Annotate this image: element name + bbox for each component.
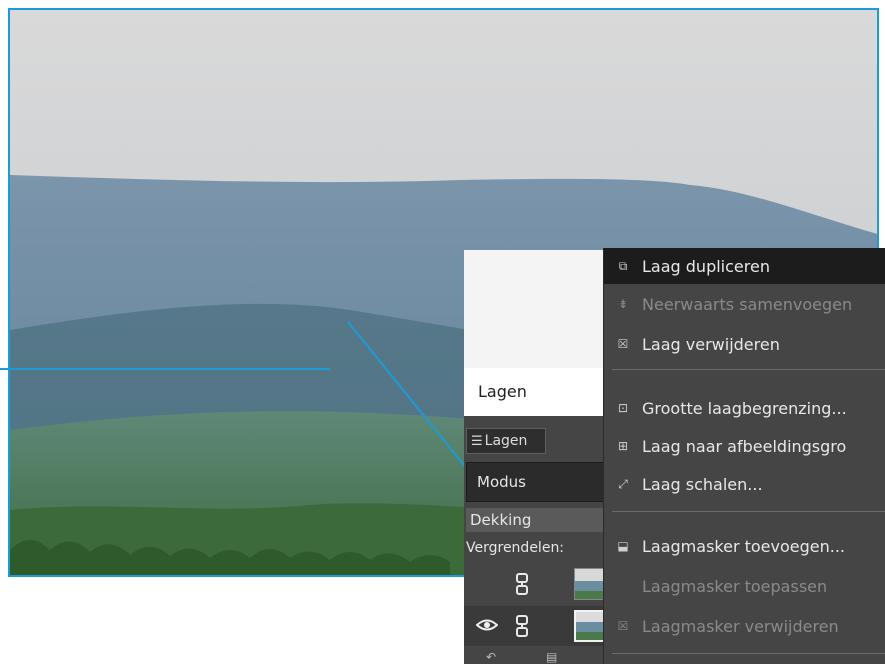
layer-thumbnail (574, 568, 604, 600)
menu-separator (612, 369, 885, 370)
menu-item-delete-layer-mask[interactable]: ☒ Laagmasker verwijderen (604, 608, 885, 644)
mode-select[interactable]: Modus (466, 462, 604, 502)
undo-icon[interactable]: ↶ (486, 650, 496, 664)
merge-down-icon: ⇟ (617, 297, 629, 311)
panel-bottom-toolbar: ↶ ▤ (464, 650, 604, 664)
layer-row[interactable] (464, 564, 604, 604)
layer-thumbnail (574, 610, 604, 642)
chain-icon[interactable] (514, 614, 530, 638)
add-layer-mask-icon: ⬓ (617, 539, 629, 553)
opacity-slider[interactable]: Dekking (466, 508, 604, 532)
menu-separator (612, 653, 885, 654)
document-icon[interactable]: ▤ (546, 650, 557, 664)
layer-to-image-size-icon: ⊞ (617, 439, 629, 453)
lock-label: Vergrendelen: (466, 540, 565, 556)
layers-icon: ☰ (471, 434, 483, 449)
eye-icon[interactable] (476, 616, 498, 634)
menu-separator (612, 511, 885, 512)
layer-boundary-size-icon: ⊡ (617, 401, 629, 415)
menu-item-layer-boundary-size[interactable]: ⊡ Grootte laagbegrenzing... (604, 390, 885, 426)
panel-title: Lagen (464, 368, 604, 416)
menu-item-duplicate-layer[interactable]: ⧉ Laag dupliceren (604, 248, 885, 284)
chain-icon[interactable] (514, 572, 530, 596)
tab-lagen[interactable]: ☰ Lagen (466, 428, 546, 454)
delete-layer-mask-icon: ☒ (617, 619, 629, 633)
menu-item-scale-layer[interactable]: ⤢ Laag schalen... (604, 466, 885, 502)
duplicate-layer-icon: ⧉ (618, 258, 628, 273)
delete-layer-icon: ☒ (617, 337, 629, 351)
menu-item-delete-layer[interactable]: ☒ Laag verwijderen (604, 326, 885, 362)
menu-item-add-layer-mask[interactable]: ⬓ Laagmasker toevoegen... (604, 528, 885, 564)
layer-row[interactable] (464, 606, 604, 646)
panel-header-area (464, 250, 604, 368)
layer-context-menu: ⧉ Laag dupliceren ⇟ Neerwaarts samenvoeg… (603, 248, 885, 664)
tab-label: Lagen (484, 433, 528, 449)
layers-panel: Lagen ☰ Lagen Modus Dekking Vergrendelen: (464, 250, 604, 664)
menu-item-layer-to-image-size[interactable]: ⊞ Laag naar afbeeldingsgro (604, 428, 885, 464)
menu-item-merge-down[interactable]: ⇟ Neerwaarts samenvoegen (604, 286, 885, 322)
scale-layer-icon: ⤢ (618, 476, 628, 491)
menu-item-apply-layer-mask[interactable]: Laagmasker toepassen (604, 568, 885, 604)
